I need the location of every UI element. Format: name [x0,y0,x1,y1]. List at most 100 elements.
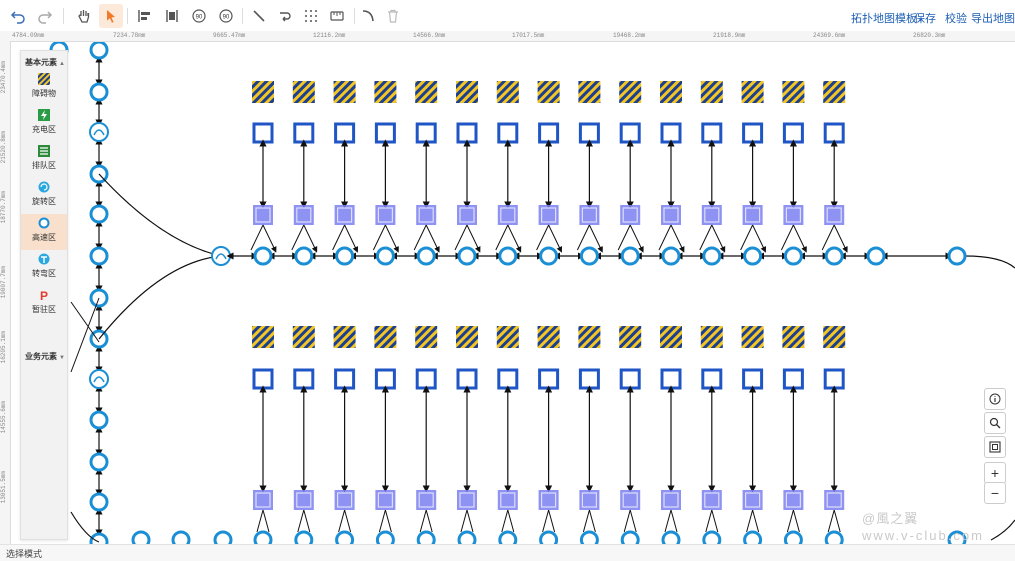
obstacle-block[interactable] [578,81,601,103]
fork-connector[interactable] [332,224,357,250]
fork-connector[interactable] [699,224,724,250]
palette-item-parking[interactable]: P 暂驻区 [21,286,67,322]
main-line-node[interactable] [620,246,640,266]
obstacle-block[interactable] [496,81,519,103]
rotation-node[interactable] [89,369,109,389]
bottom-line-node[interactable] [294,530,314,544]
obstacle-block[interactable] [374,81,397,103]
fork-connector[interactable] [658,224,683,250]
obstacle-block[interactable] [619,326,642,348]
fork-connector[interactable] [576,224,601,250]
bottom-line-node[interactable] [539,530,559,544]
obstacle-block[interactable] [782,326,805,348]
obstacle-block[interactable] [823,326,846,348]
fork-connector[interactable] [617,224,642,250]
station-square[interactable] [538,122,560,144]
fork-connector[interactable] [297,509,311,533]
bottom-line-node[interactable] [702,530,722,544]
station-square[interactable] [660,122,682,144]
main-line-node[interactable] [743,246,763,266]
spine-node[interactable] [89,492,109,512]
grid-button[interactable] [299,4,323,28]
bottom-line-node[interactable] [131,530,151,544]
fork-connector[interactable] [460,509,474,533]
map-canvas[interactable] [11,42,1015,544]
spine-node[interactable] [89,410,109,430]
bottom-line-node[interactable] [213,530,233,544]
station-square[interactable] [823,368,845,390]
fork-connector[interactable] [780,224,805,250]
fork-connector[interactable] [419,509,433,533]
main-line-node[interactable] [661,246,681,266]
curve-connector[interactable] [990,519,1015,541]
fork-connector[interactable] [705,509,719,533]
fork-connector[interactable] [378,509,392,533]
obstacle-block[interactable] [782,81,805,103]
station-square[interactable] [415,122,437,144]
fork-connector[interactable] [623,509,637,533]
curve-button[interactable] [273,4,297,28]
obstacle-block[interactable] [456,326,478,348]
fork-connector[interactable] [740,224,765,250]
obstacle-block[interactable] [823,81,846,103]
obstacle-block[interactable] [660,81,682,103]
bottom-line-node[interactable] [171,530,191,544]
station-square[interactable] [374,122,396,144]
station-square[interactable] [619,368,641,390]
main-line-node[interactable] [294,246,314,266]
palette-item-highspeed[interactable]: 高速区 [21,214,67,250]
main-line-node[interactable] [824,246,844,266]
obstacle-block[interactable] [537,326,560,348]
station-square[interactable] [782,368,804,390]
palette-item-rotation[interactable]: 旋转区 [21,178,67,214]
rotation-node[interactable] [211,246,231,266]
obstacle-block[interactable] [333,326,356,348]
station-square[interactable] [660,368,682,390]
bottom-line-node[interactable] [253,530,273,544]
validate-button[interactable]: 校验 [945,10,967,26]
main-line-node[interactable] [702,246,722,266]
line-button[interactable] [247,4,271,28]
fork-connector[interactable] [821,224,846,250]
bottom-line-node[interactable] [375,530,395,544]
fork-connector[interactable] [827,509,841,533]
undo-button[interactable] [6,4,30,28]
station-square[interactable] [374,368,396,390]
fork-connector[interactable] [256,509,270,533]
fork-connector[interactable] [582,509,596,533]
station-square[interactable] [782,122,804,144]
curve-connector[interactable] [98,173,225,259]
fork-connector[interactable] [664,509,678,533]
obstacle-block[interactable] [700,326,723,348]
bottom-line-node[interactable] [579,530,599,544]
station-square[interactable] [742,122,764,144]
obstacle-block[interactable] [252,326,274,348]
save-button[interactable]: 保存 [914,10,936,26]
fork-connector[interactable] [495,224,520,250]
obstacle-block[interactable] [456,81,478,103]
spine-node[interactable] [89,452,109,472]
bottom-line-node[interactable] [416,530,436,544]
template-menu[interactable]: 拓扑地图模板 ▾ [851,10,922,26]
main-line-node[interactable] [253,246,273,266]
align-left-button[interactable] [133,4,157,28]
obstacle-block[interactable] [374,326,397,348]
main-line-node[interactable] [579,246,599,266]
palette-item-turn[interactable]: 转弯区 [21,250,67,286]
spine-node[interactable] [89,246,109,266]
curve-connector[interactable] [98,252,225,340]
obstacle-block[interactable] [741,326,764,348]
bottom-line-node[interactable] [620,530,640,544]
pan-button[interactable] [72,4,96,28]
obstacle-block[interactable] [741,81,764,103]
zoom-in-button[interactable]: + [984,462,1006,484]
station-square[interactable] [252,368,274,390]
palette-section-business[interactable]: 业务元素 ▼ [25,351,65,362]
bottom-line-node[interactable] [335,530,355,544]
align-center-button[interactable] [160,4,184,28]
spine-node[interactable] [89,82,109,102]
fork-connector[interactable] [746,509,760,533]
station-square[interactable] [252,122,274,144]
delete-button[interactable] [381,4,405,28]
main-line-node[interactable] [416,246,436,266]
